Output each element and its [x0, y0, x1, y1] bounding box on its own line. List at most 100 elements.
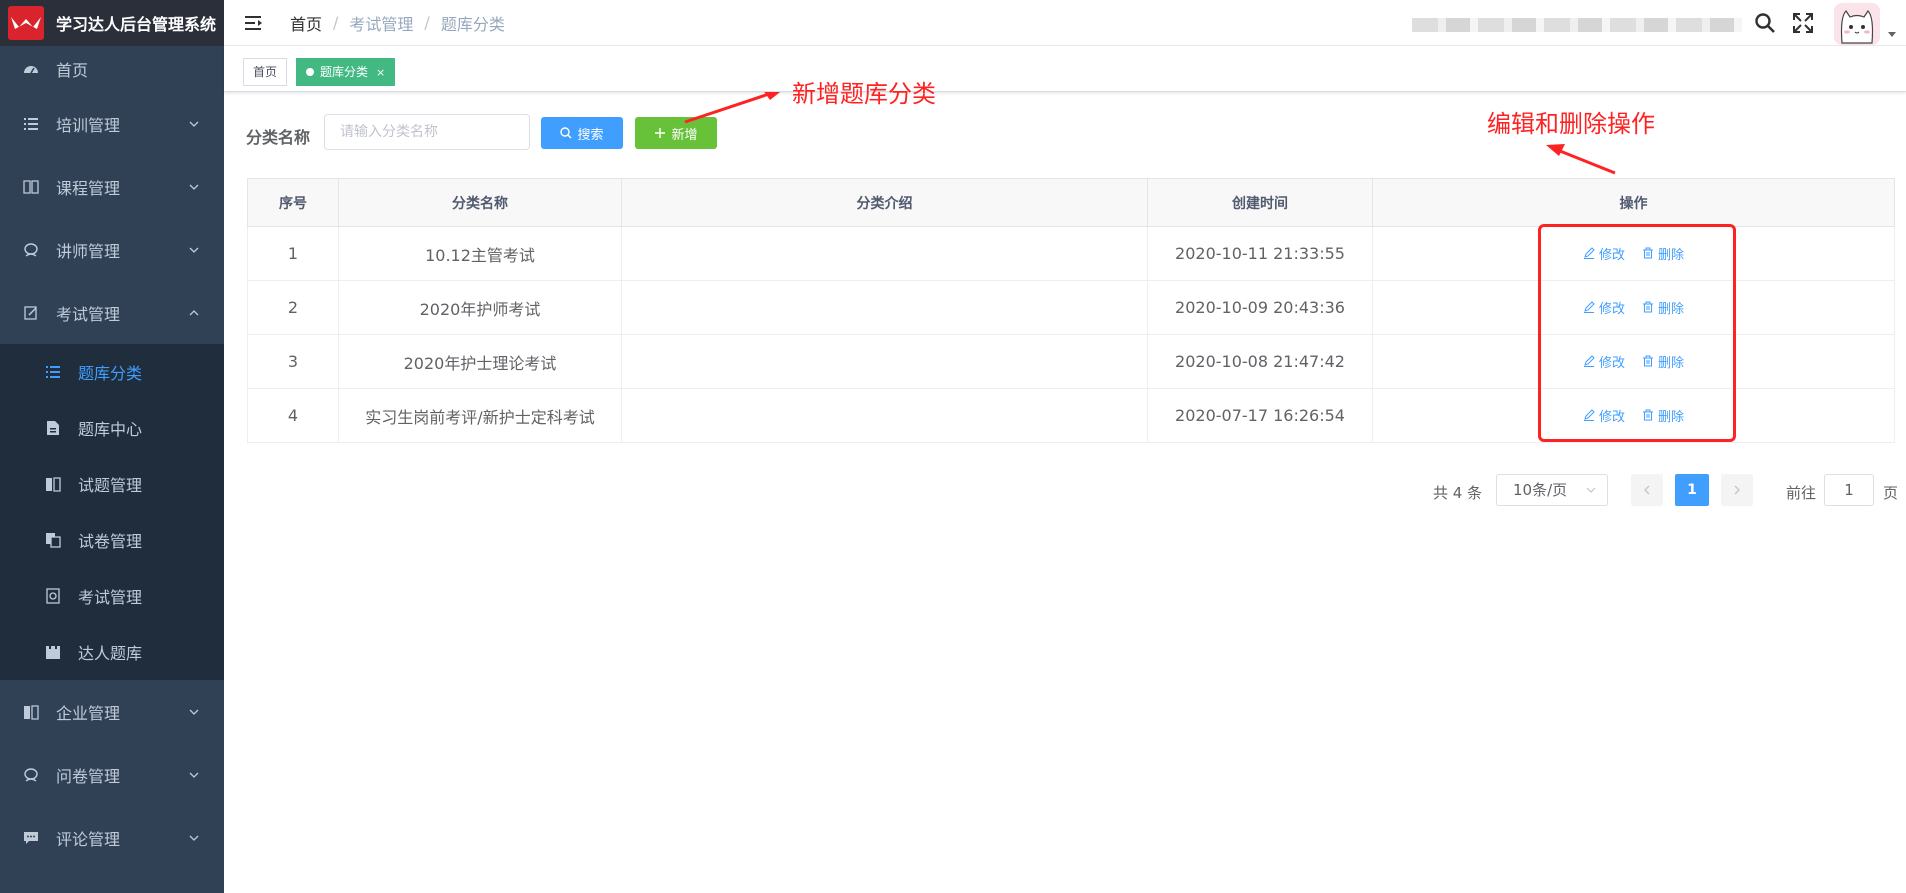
chevron-down-icon [189, 835, 199, 841]
search-button[interactable]: 搜索 [541, 117, 623, 149]
page-suffix-label: 页 [1883, 484, 1899, 502]
cell-name: 2020年护士理论考试 [338, 334, 622, 389]
cell-name: 10.12主管考试 [338, 226, 622, 281]
peoples-icon [22, 241, 40, 259]
chevron-down-icon [189, 709, 199, 715]
column-header-index: 序号 [247, 178, 339, 227]
sidebar-subitem-question-category[interactable]: 题库分类 [0, 344, 224, 400]
list-icon [22, 115, 40, 133]
cell-intro [621, 388, 1148, 443]
sidebar-item-label: 评论管理 [56, 829, 121, 849]
book-icon [22, 178, 40, 196]
list-icon [44, 363, 62, 381]
annotation-ops: 编辑和删除操作 [1487, 110, 1655, 138]
chevron-down-icon [189, 121, 199, 127]
dashboard-icon [22, 60, 40, 78]
peoples-icon [22, 766, 40, 784]
chevron-down-icon [189, 247, 199, 253]
prev-page-button[interactable] [1631, 474, 1663, 506]
category-name-input[interactable] [324, 114, 530, 150]
close-icon[interactable]: × [376, 66, 385, 79]
page-number-current[interactable]: 1 [1675, 474, 1709, 506]
sidebar-item-label: 培训管理 [56, 115, 121, 135]
page-size-value: 10条/页 [1513, 481, 1568, 499]
column-header-created: 创建时间 [1147, 178, 1373, 227]
cell-created: 2020-10-08 21:47:42 [1147, 334, 1373, 389]
tag-label: 题库分类 [320, 65, 369, 79]
cell-created: 2020-10-09 20:43:36 [1147, 280, 1373, 335]
tag-label: 首页 [253, 65, 278, 79]
top-navbar: 首页 / 考试管理 / 题库分类 [224, 0, 1906, 46]
chevron-down-icon [189, 184, 199, 190]
chevron-up-icon [189, 309, 199, 315]
copy-icon [44, 531, 62, 549]
cell-created: 2020-07-17 16:26:54 [1147, 388, 1373, 443]
sidebar-item-training[interactable]: 培训管理 [0, 92, 224, 155]
exam-icon [44, 587, 62, 605]
chevron-down-icon [189, 772, 199, 778]
column-header-intro: 分类介绍 [621, 178, 1148, 227]
sidebar-subitem-paper-manage[interactable]: 试卷管理 [0, 512, 224, 568]
breadcrumb-home[interactable]: 首页 [290, 11, 322, 35]
paper-icon [44, 475, 62, 493]
blurred-header-info [1412, 18, 1742, 32]
cell-index: 1 [247, 226, 339, 281]
search-label: 分类名称 [246, 128, 311, 147]
document-icon [44, 419, 62, 437]
cell-intro [621, 280, 1148, 335]
sidebar-item-label: 讲师管理 [56, 241, 121, 261]
sidebar-item-label: 题库分类 [78, 364, 143, 383]
breadcrumb-current: 题库分类 [440, 14, 505, 34]
sidebar-item-comment[interactable]: 评论管理 [0, 806, 224, 869]
hamburger-icon[interactable] [244, 13, 264, 33]
sidebar-subitem-question-center[interactable]: 题库中心 [0, 400, 224, 456]
breadcrumb-separator: / [424, 13, 430, 32]
building-icon [22, 703, 40, 721]
sidebar-item-exam[interactable]: 考试管理 [0, 281, 224, 344]
sidebar-item-enterprise[interactable]: 企业管理 [0, 680, 224, 743]
sidebar-subitem-exam-manage[interactable]: 考试管理 [0, 568, 224, 624]
fullscreen-icon[interactable] [1792, 12, 1814, 34]
sidebar-item-label: 课程管理 [56, 178, 121, 198]
tags-view: 首页 题库分类 × [224, 46, 1906, 92]
column-header-actions: 操作 [1372, 178, 1895, 227]
table-header-row: 序号 分类名称 分类介绍 创建时间 操作 [247, 178, 1895, 227]
chevron-down-icon [1586, 487, 1596, 493]
logo[interactable]: 学习达人后台管理系统 [0, 0, 224, 46]
sidebar-item-label: 考试管理 [56, 304, 121, 324]
cell-created: 2020-10-11 21:33:55 [1147, 226, 1373, 281]
add-button-label: 新增 [671, 126, 698, 142]
folder-icon [44, 643, 62, 661]
sidebar-item-label: 首页 [56, 61, 89, 80]
avatar[interactable] [1834, 3, 1880, 45]
sidebar-item-course[interactable]: 课程管理 [0, 155, 224, 218]
sidebar-subitem-question-manage[interactable]: 试题管理 [0, 456, 224, 512]
tag-current[interactable]: 题库分类 × [296, 58, 396, 86]
goto-label: 前往 [1786, 484, 1817, 502]
breadcrumb: 首页 / 考试管理 / 题库分类 [290, 11, 505, 35]
annotation-add-label: 新增题库分类 [792, 80, 936, 108]
sidebar-item-label: 题库中心 [78, 420, 143, 439]
pagination-total: 共 4 条 [1433, 484, 1483, 502]
logo-icon [8, 6, 44, 40]
tag-home[interactable]: 首页 [243, 58, 288, 86]
chevron-left-icon [1644, 485, 1650, 495]
cell-index: 2 [247, 280, 339, 335]
sidebar-item-label: 试题管理 [78, 476, 143, 495]
sidebar-subitem-expert-bank[interactable]: 达人题库 [0, 624, 224, 680]
cell-index: 4 [247, 388, 339, 443]
column-header-name: 分类名称 [338, 178, 622, 227]
next-page-button[interactable] [1721, 474, 1753, 506]
add-button[interactable]: 新增 [635, 117, 717, 149]
sidebar-item-survey[interactable]: 问卷管理 [0, 743, 224, 806]
search-icon[interactable] [1754, 12, 1776, 34]
sidebar-item-home[interactable]: 首页 [0, 46, 224, 92]
sidebar-item-teacher[interactable]: 讲师管理 [0, 218, 224, 281]
sidebar-item-label: 试卷管理 [78, 532, 143, 551]
breadcrumb-exam[interactable]: 考试管理 [349, 11, 413, 35]
cell-index: 3 [247, 334, 339, 389]
page-size-select[interactable]: 10条/页 [1496, 474, 1608, 506]
cell-name: 实习生岗前考评/新护士定科考试 [338, 388, 622, 443]
goto-page-input[interactable] [1824, 474, 1874, 506]
caret-down-icon[interactable] [1888, 32, 1896, 37]
